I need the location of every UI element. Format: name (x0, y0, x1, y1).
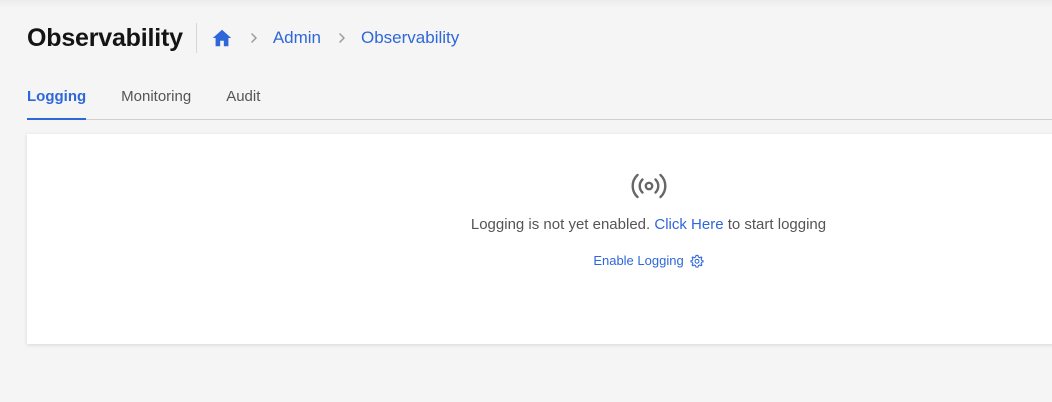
enable-logging-button[interactable]: Enable Logging (593, 253, 704, 268)
logging-card: Logging is not yet enabled. Click Here t… (27, 134, 1052, 344)
enable-logging-label: Enable Logging (593, 253, 684, 268)
breadcrumb: Admin Observability (211, 27, 459, 49)
tab-bar: Logging Monitoring Audit (27, 78, 1052, 120)
breadcrumb-admin[interactable]: Admin (273, 28, 321, 48)
page-title: Observability (27, 23, 183, 52)
tab-logging[interactable]: Logging (27, 78, 87, 120)
tab-monitoring[interactable]: Monitoring (121, 78, 191, 119)
broadcast-icon (631, 172, 667, 200)
empty-state-message: Logging is not yet enabled. Click Here t… (471, 216, 826, 233)
click-here-link[interactable]: Click Here (654, 216, 723, 233)
chevron-right-icon (247, 31, 261, 45)
top-shadow (0, 0, 1052, 8)
message-text-before: Logging is not yet enabled. (470, 216, 655, 233)
breadcrumb-observability[interactable]: Observability (361, 28, 459, 48)
chevron-right-icon (335, 31, 349, 45)
empty-state: Logging is not yet enabled. Click Here t… (27, 134, 1052, 344)
gear-icon (690, 254, 704, 268)
home-icon[interactable] (211, 27, 233, 49)
header-divider (195, 23, 197, 53)
page-header: Observability Admin Observability (27, 20, 459, 56)
message-text-after: to start logging (723, 216, 827, 233)
tab-audit[interactable]: Audit (226, 78, 260, 119)
